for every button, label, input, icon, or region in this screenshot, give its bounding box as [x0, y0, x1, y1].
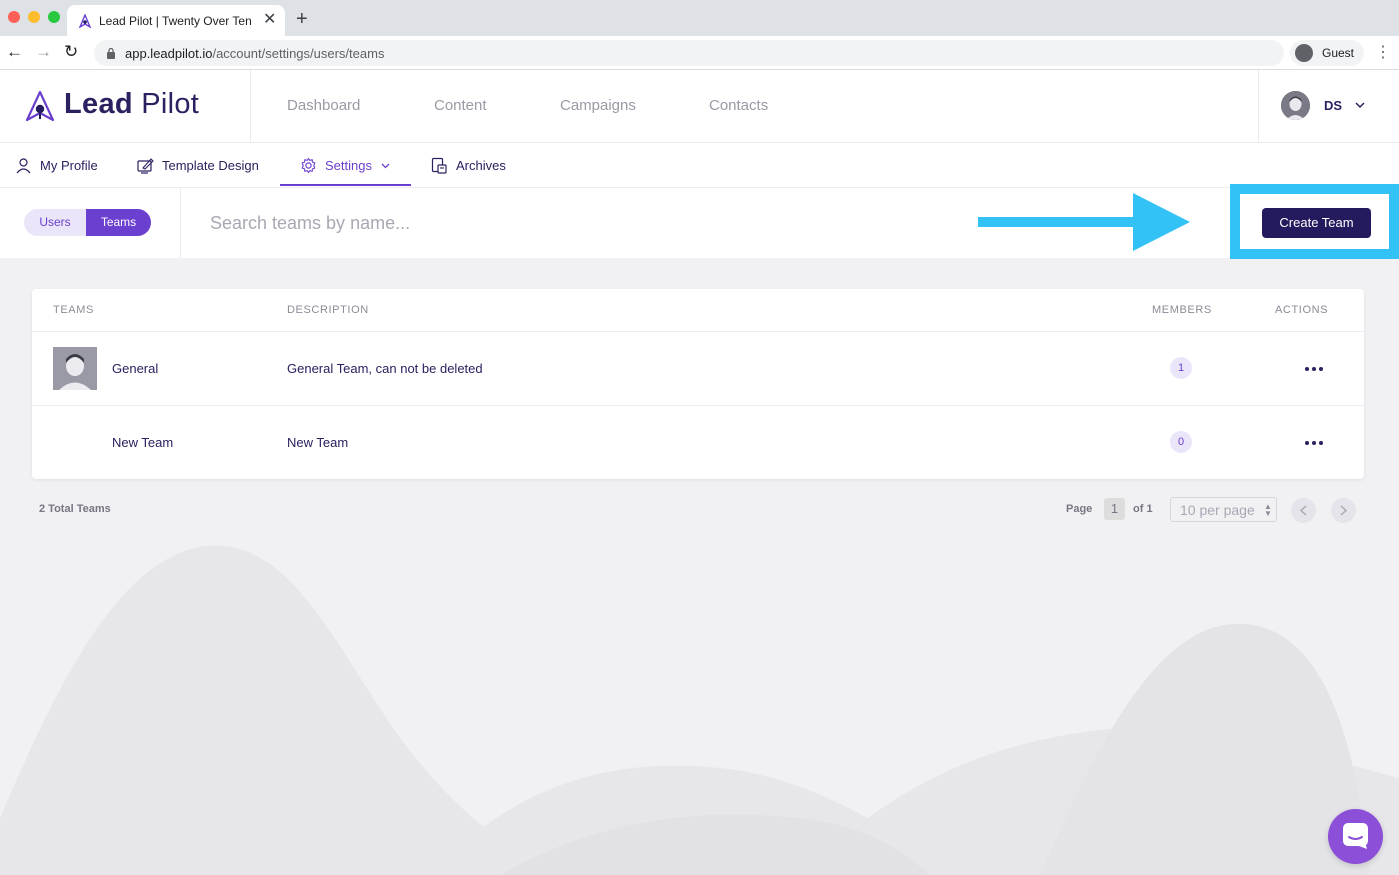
row-divider: [32, 405, 1364, 406]
app-logo-text[interactable]: Lead Pilot: [64, 88, 199, 121]
account-icon: [1295, 44, 1313, 62]
subnav-label: Settings: [325, 158, 372, 173]
profile-label: Guest: [1322, 46, 1355, 60]
nav-content[interactable]: Content: [434, 97, 487, 114]
nav-dashboard[interactable]: Dashboard: [287, 97, 360, 114]
action-divider: [180, 188, 181, 258]
page-number-input[interactable]: 1: [1104, 498, 1125, 520]
toggle-teams[interactable]: Teams: [86, 209, 151, 236]
window-minimize-button[interactable]: [28, 11, 40, 23]
avatar[interactable]: [1281, 91, 1310, 120]
chevron-down-icon[interactable]: [1354, 99, 1366, 111]
column-header-members: MEMBERS: [1152, 304, 1212, 316]
browser-profile-button[interactable]: Guest: [1290, 40, 1364, 66]
toggle-users[interactable]: Users: [24, 209, 86, 236]
url-host: app.leadpilot.io: [125, 46, 213, 61]
row-divider: [32, 331, 1364, 332]
settings-subnav: My Profile Template Design Settings Arch…: [0, 143, 1399, 188]
logo-light: Pilot: [141, 88, 200, 120]
forward-icon[interactable]: →: [35, 42, 52, 62]
lock-icon: [107, 47, 115, 59]
per-page-value: 10 per page: [1180, 502, 1255, 518]
nav-contacts[interactable]: Contacts: [709, 97, 768, 114]
back-icon[interactable]: ←: [6, 42, 23, 62]
design-icon: [137, 158, 154, 174]
subnav-label: Archives: [456, 158, 506, 173]
members-count-badge: 0: [1170, 431, 1192, 453]
subnav-label: Template Design: [162, 158, 259, 173]
chevron-left-icon: [1299, 505, 1307, 516]
header-divider: [1258, 70, 1259, 142]
tab-title: Lead Pilot | Twenty Over Ten: [99, 14, 252, 28]
select-caret-icon: ▲ ▼: [1264, 502, 1272, 518]
next-page-button[interactable]: [1331, 498, 1356, 523]
members-count-badge: 1: [1170, 357, 1192, 379]
page-total-label: of 1: [1133, 503, 1153, 515]
url-text: app.leadpilot.io/account/settings/users/…: [125, 46, 384, 61]
teams-table: TEAMS DESCRIPTION MEMBERS ACTIONS Genera…: [32, 289, 1364, 479]
leadpilot-logo-icon: [25, 90, 55, 122]
window-close-button[interactable]: [8, 11, 20, 23]
create-team-button[interactable]: Create Team: [1262, 208, 1371, 238]
total-teams-count: 2 Total Teams: [39, 503, 111, 515]
tab-close-icon[interactable]: ✕: [263, 11, 276, 29]
team-name[interactable]: General: [112, 361, 158, 376]
browser-toolbar: ← → ↻ app.leadpilot.io/account/settings/…: [0, 36, 1399, 70]
team-avatar-icon: [53, 347, 97, 390]
new-tab-icon[interactable]: +: [296, 8, 308, 30]
active-tab-indicator: [280, 184, 411, 186]
chevron-right-icon: [1340, 505, 1348, 516]
subnav-label: My Profile: [40, 158, 98, 173]
team-name[interactable]: New Team: [112, 435, 173, 450]
subnav-item-archives[interactable]: Archives: [431, 157, 511, 177]
team-description: New Team: [287, 435, 349, 450]
browser-menu-icon[interactable]: ⋮: [1375, 43, 1391, 63]
team-description: General Team, can not be deleted: [287, 361, 483, 376]
chat-icon: [1343, 823, 1368, 849]
person-icon: [16, 158, 31, 174]
subnav-item-template-design[interactable]: Template Design: [137, 157, 267, 177]
archive-icon: [431, 157, 447, 174]
page-label: Page: [1066, 503, 1093, 515]
column-header-teams: TEAMS: [53, 304, 94, 316]
users-teams-toggle: Users Teams: [24, 209, 151, 236]
more-actions-icon[interactable]: [1302, 363, 1326, 375]
nav-campaigns[interactable]: Campaigns: [560, 97, 636, 114]
url-path: /account/settings/users/teams: [212, 46, 385, 61]
previous-page-button[interactable]: [1291, 498, 1316, 523]
team-avatar: [53, 347, 97, 390]
annotation-arrow-icon: [978, 193, 1190, 251]
subnav-item-my-profile[interactable]: My Profile: [15, 157, 105, 177]
more-actions-icon[interactable]: [1302, 437, 1326, 449]
user-avatar-icon: [1281, 91, 1310, 120]
leadpilot-favicon-icon: [78, 14, 92, 28]
teams-action-bar: Users Teams Create Team: [0, 184, 1399, 259]
search-input[interactable]: [196, 206, 796, 240]
window-zoom-button[interactable]: [48, 11, 60, 23]
column-header-actions: ACTIONS: [1275, 304, 1329, 316]
gear-icon: [301, 157, 316, 174]
browser-tab[interactable]: Lead Pilot | Twenty Over Ten ✕: [67, 5, 285, 36]
logo-bold: Lead: [64, 88, 133, 120]
browser-tabstrip: Lead Pilot | Twenty Over Ten ✕ +: [0, 0, 1399, 36]
subnav-item-settings[interactable]: Settings: [300, 157, 400, 177]
app-header: Lead Pilot Dashboard Content Campaigns C…: [0, 70, 1399, 143]
chevron-down-icon: [381, 163, 390, 169]
user-initials[interactable]: DS: [1324, 98, 1342, 113]
address-bar[interactable]: app.leadpilot.io/account/settings/users/…: [94, 40, 1284, 66]
header-divider: [250, 70, 251, 142]
per-page-select[interactable]: 10 per page ▲ ▼: [1170, 497, 1277, 522]
chat-launcher-button[interactable]: [1328, 809, 1383, 864]
reload-icon[interactable]: ↻: [64, 42, 78, 62]
column-header-description: DESCRIPTION: [287, 304, 369, 316]
